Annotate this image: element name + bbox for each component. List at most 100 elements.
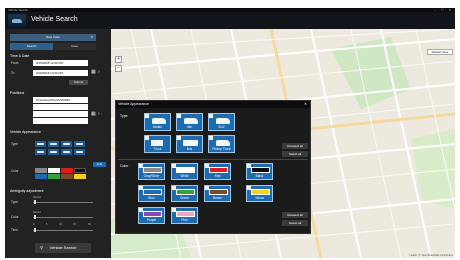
bus-icon <box>183 140 198 146</box>
close-icon[interactable]: ✕ <box>304 101 307 108</box>
new-case-label: New Case <box>46 35 60 39</box>
zoom-out-button[interactable]: − <box>115 65 122 72</box>
time-tick: 30 <box>88 223 91 226</box>
color-tile-label: Red <box>214 174 221 178</box>
search-icon: ⚲ <box>40 245 43 250</box>
positions-heading: Positions <box>10 91 25 95</box>
grid-icon[interactable]: ▦ <box>91 111 96 117</box>
color-select-all-button[interactable]: Select all <box>282 220 308 226</box>
type-tile-label: Bus <box>186 147 193 151</box>
color-tile-blue[interactable]: ✓ Blue <box>138 185 165 202</box>
color-tile-pink[interactable]: ✓ Pink <box>171 207 198 224</box>
color-tile-black[interactable]: ✓ Black <box>246 163 273 180</box>
color-swatch[interactable] <box>48 168 60 173</box>
type-tile-van[interactable]: ✓ Van <box>176 113 203 131</box>
type-bus-icon[interactable] <box>35 149 46 155</box>
new-case-bar[interactable]: New Case ✕ <box>10 34 96 41</box>
color-tile-white[interactable]: ✓ White <box>171 163 198 180</box>
type-sedan-icon[interactable] <box>35 141 46 147</box>
vehicle-search-button[interactable]: ⚲ Vehicle Search <box>35 243 91 253</box>
color-swatch[interactable] <box>35 174 47 179</box>
type-tile-sedan[interactable]: ✓ Sedan <box>144 113 171 131</box>
color-deselect-all-button[interactable]: Deselect all <box>282 212 308 218</box>
type-pickup-icon[interactable] <box>48 149 59 155</box>
color-swatch[interactable] <box>74 174 86 179</box>
submit-button[interactable]: Submit <box>69 80 88 85</box>
type-tile-label: SUV <box>218 125 225 129</box>
slider-thumb[interactable] <box>34 215 36 219</box>
color-tile-label: Brown <box>212 196 223 200</box>
type-van-icon[interactable] <box>48 141 59 147</box>
type-tile-truck[interactable]: ✓ Truck <box>144 135 171 153</box>
color-tile-label: Black <box>255 174 264 178</box>
color-swatch <box>143 167 162 173</box>
color-tile-yellow[interactable]: ✓ Yellow <box>246 185 273 202</box>
checkbox-icon: ✓ <box>177 136 181 140</box>
dialog-title: Vehicle Appearance <box>118 102 149 106</box>
color-tile-green[interactable]: ✓ Green <box>171 185 198 202</box>
tab-case[interactable]: Case <box>53 43 96 50</box>
position-item[interactable] <box>33 104 88 110</box>
dialog-divider <box>118 159 308 160</box>
color-swatch <box>251 189 270 195</box>
color-swatch[interactable] <box>74 168 86 173</box>
color-swatch[interactable] <box>61 168 73 173</box>
from-date-field[interactable]: 9/15/2018 12:00 PM <box>33 60 88 66</box>
suv-icon <box>216 118 230 124</box>
position-item[interactable] <box>33 118 88 124</box>
color-swatch <box>176 211 195 217</box>
time-tick: 10 <box>59 223 62 226</box>
color-swatch[interactable] <box>35 168 47 173</box>
truck-icon <box>151 140 163 146</box>
tab-search[interactable]: Search <box>10 43 53 50</box>
calendar-icon[interactable]: ▦ <box>91 69 96 75</box>
color-tile-label: Green <box>180 196 189 200</box>
position-item[interactable]: Amersfoort/South/SMS50 <box>33 97 88 103</box>
color-swatch[interactable] <box>61 174 73 179</box>
color-tile-brown[interactable]: ✓ Brown <box>204 185 231 202</box>
color-ambiguity-slider[interactable] <box>33 217 93 218</box>
chevron-right-icon[interactable]: › <box>98 69 100 75</box>
color-swatch[interactable] <box>48 174 60 179</box>
pickup-truck-icon <box>216 140 230 146</box>
color-tile-gray-silver[interactable]: ✓ Gray/Silver <box>138 163 165 180</box>
time-ambiguity-slider[interactable] <box>33 230 93 231</box>
color-label: Color <box>11 169 19 173</box>
type-extra-icon[interactable] <box>61 149 72 155</box>
type-tile-label: Truck <box>153 147 162 151</box>
search-sidebar: New Case ✕ Search Case Time & Date From … <box>5 29 110 258</box>
chevron-right-icon[interactable]: › <box>98 111 100 117</box>
type-tile-label: Van <box>186 125 193 129</box>
type-truck-icon[interactable] <box>74 141 85 147</box>
to-date-field[interactable]: 9/16/2018 12:00 PM <box>33 70 88 76</box>
color-tile-purple[interactable]: ✓ Purple <box>138 207 165 224</box>
color-swatch <box>176 189 195 195</box>
type-label: Type <box>11 142 18 146</box>
slider-thumb[interactable] <box>34 228 36 232</box>
type-tile-suv[interactable]: ✓ SUV <box>208 113 235 131</box>
color-tile-red[interactable]: ✓ Red <box>204 163 231 180</box>
checkbox-icon: ✓ <box>177 114 181 118</box>
type-ambiguity-slider[interactable] <box>33 202 93 203</box>
time-date-heading: Time & Date <box>10 54 30 58</box>
app-logo <box>8 14 26 27</box>
edit-appearance-button[interactable]: Edit <box>93 162 106 167</box>
position-item[interactable] <box>33 111 88 117</box>
color-swatch <box>143 189 162 195</box>
app-window: Vehicle Search – ☐ ✕ Vehicle Search New … <box>5 8 455 258</box>
type-tile-pickup-truck[interactable]: ✓ Pickup Truck <box>208 135 235 153</box>
checkbox-icon: ✓ <box>209 136 213 140</box>
type-extra-icon[interactable] <box>74 149 85 155</box>
color-tile-label: Pink <box>181 218 188 222</box>
type-deselect-all-button[interactable]: Deselect all <box>282 143 308 149</box>
color-tile-label: Blue <box>148 196 155 200</box>
type-select-all-button[interactable]: Select all <box>282 151 308 157</box>
color-swatch <box>209 167 228 173</box>
close-icon[interactable]: ✕ <box>90 34 93 41</box>
zoom-in-button[interactable]: + <box>115 56 122 63</box>
color-swatch <box>176 167 195 173</box>
default-view-button[interactable]: Default View <box>427 49 453 55</box>
type-suv-icon[interactable] <box>61 141 72 147</box>
slider-thumb[interactable] <box>34 200 36 204</box>
type-tile-bus[interactable]: ✓ Bus <box>176 135 203 153</box>
